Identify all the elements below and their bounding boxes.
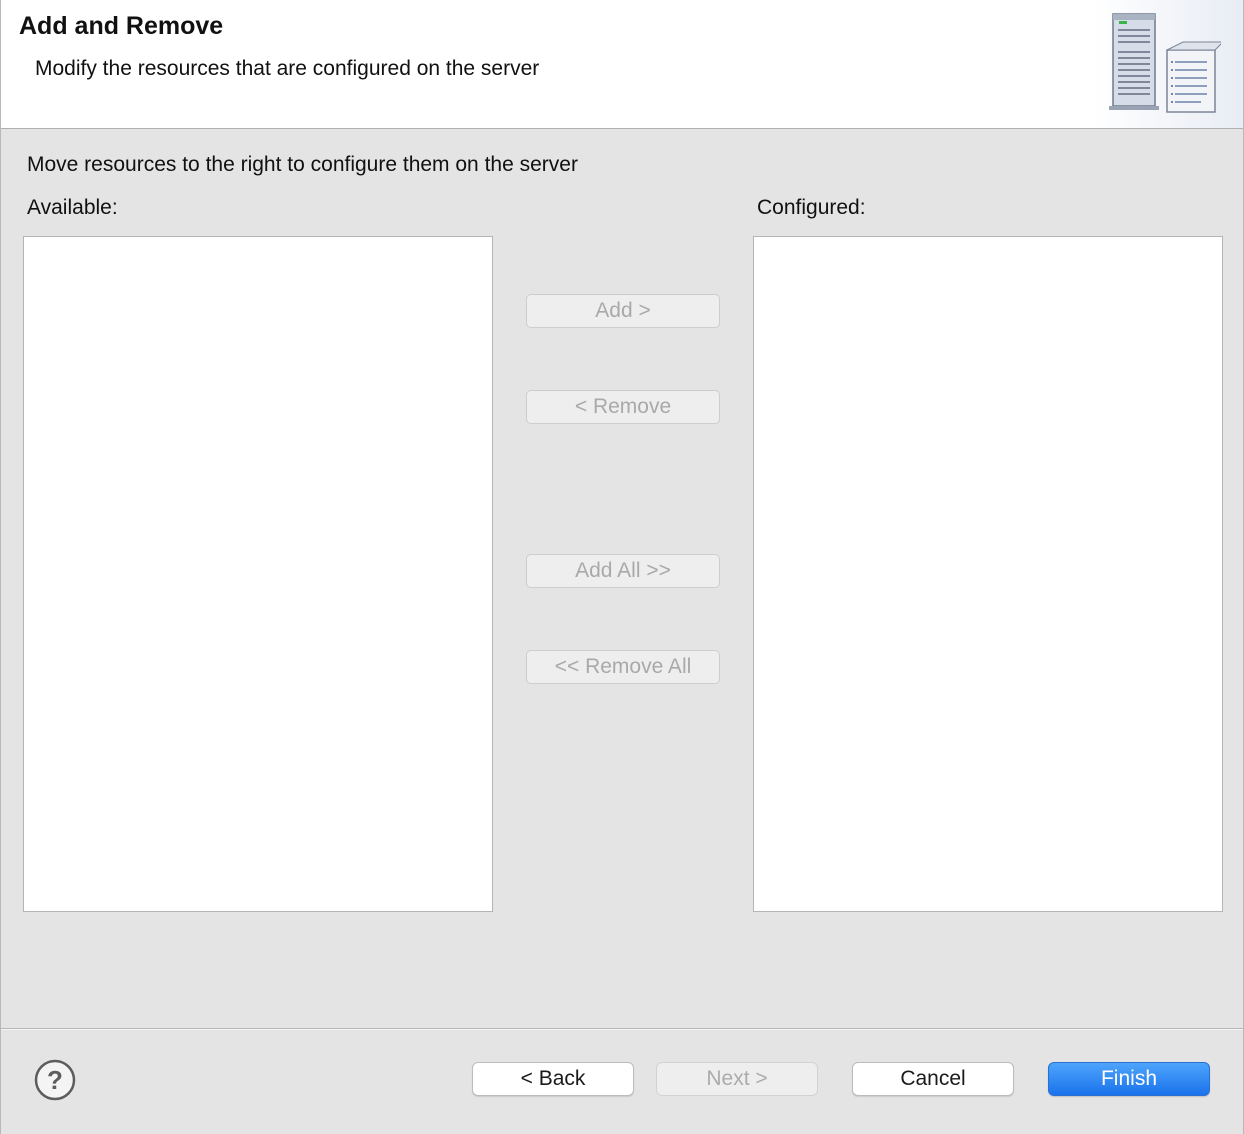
finish-button[interactable]: Finish	[1048, 1062, 1210, 1096]
page-title: Add and Remove	[19, 12, 224, 40]
remove-button[interactable]: < Remove	[526, 390, 720, 424]
instruction-text: Move resources to the right to configure…	[27, 153, 578, 176]
configured-label: Configured:	[757, 196, 866, 219]
page-description: Modify the resources that are configured…	[35, 57, 540, 80]
server-document-icon	[1109, 13, 1221, 113]
remove-all-button[interactable]: << Remove All	[526, 650, 720, 684]
add-all-button[interactable]: Add All >>	[526, 554, 720, 588]
svg-text:?: ?	[47, 1065, 63, 1095]
available-label: Available:	[27, 196, 118, 219]
add-button[interactable]: Add >	[526, 294, 720, 328]
help-icon[interactable]: ?	[34, 1059, 76, 1101]
configured-list[interactable]	[753, 236, 1223, 912]
back-button[interactable]: < Back	[472, 1062, 634, 1096]
add-remove-dialog: Add and Remove Modify the resources that…	[0, 0, 1244, 1134]
cancel-button[interactable]: Cancel	[852, 1062, 1014, 1096]
header-banner: Add and Remove Modify the resources that…	[1, 0, 1243, 129]
next-button[interactable]: Next >	[656, 1062, 818, 1096]
footer-separator	[1, 1028, 1243, 1030]
available-list[interactable]	[23, 236, 493, 912]
